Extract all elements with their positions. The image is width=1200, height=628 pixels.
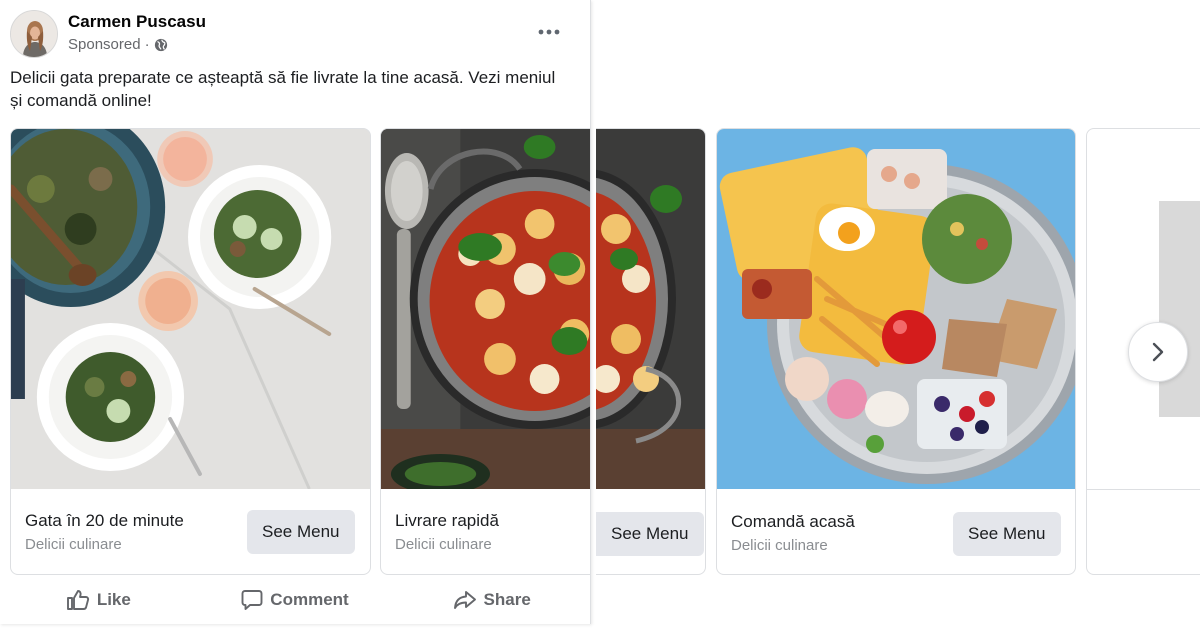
- see-menu-button[interactable]: See Menu: [247, 510, 355, 554]
- comment-button[interactable]: Comment: [197, 579, 394, 621]
- carousel-card[interactable]: See Menu: [596, 128, 706, 575]
- next-arrow-button[interactable]: [1128, 322, 1188, 382]
- author-name[interactable]: Carmen Puscasu: [68, 12, 206, 32]
- chevron-right-icon: [1152, 342, 1164, 362]
- share-button[interactable]: Share: [393, 579, 590, 621]
- sponsored-post: Carmen Puscasu Sponsored · Delicii gata …: [0, 0, 591, 624]
- card-image: [717, 129, 1075, 489]
- more-options-button[interactable]: [534, 17, 564, 47]
- thumbs-up-icon: [66, 590, 89, 610]
- carousel-card[interactable]: Comandă acasă Delicii culinare See Menu: [716, 128, 1076, 575]
- card-title: Gata în 20 de minute: [25, 511, 184, 530]
- globe-icon: [154, 38, 167, 51]
- carousel-card[interactable]: Livrare rapidă Delicii culinare: [380, 128, 590, 575]
- card-subtitle: Delicii culinare: [731, 537, 828, 554]
- divider: [1087, 489, 1200, 490]
- like-button[interactable]: Like: [0, 579, 197, 621]
- card-image: [11, 129, 370, 489]
- like-label: Like: [96, 590, 131, 609]
- see-menu-button[interactable]: See Menu: [596, 512, 704, 556]
- card-image: [1159, 201, 1200, 417]
- card-image: [596, 129, 705, 489]
- card-title: Comandă acasă: [731, 512, 855, 531]
- sponsored-text[interactable]: Sponsored: [68, 36, 141, 53]
- card-title: Livrare rapidă: [395, 511, 499, 530]
- comment-label: Comment: [270, 590, 349, 609]
- see-menu-button[interactable]: See Menu: [953, 512, 1061, 556]
- post-caption: Delicii gata preparate ce așteaptă să fi…: [10, 68, 556, 110]
- separator: ·: [144, 36, 150, 53]
- share-icon: [453, 591, 476, 609]
- carousel-card[interactable]: Gata în 20 de minute Delicii culinare Se…: [10, 128, 371, 575]
- comment-icon: [241, 590, 263, 610]
- avatar[interactable]: [10, 10, 58, 58]
- share-label: Share: [483, 590, 531, 609]
- more-horizontal-icon: [538, 29, 560, 35]
- card-subtitle: Delicii culinare: [395, 536, 492, 553]
- post-actions: Like Comment Share: [0, 579, 590, 621]
- sponsored-label: Sponsored ·: [68, 36, 168, 53]
- card-subtitle: Delicii culinare: [25, 536, 122, 553]
- card-image: [381, 129, 590, 489]
